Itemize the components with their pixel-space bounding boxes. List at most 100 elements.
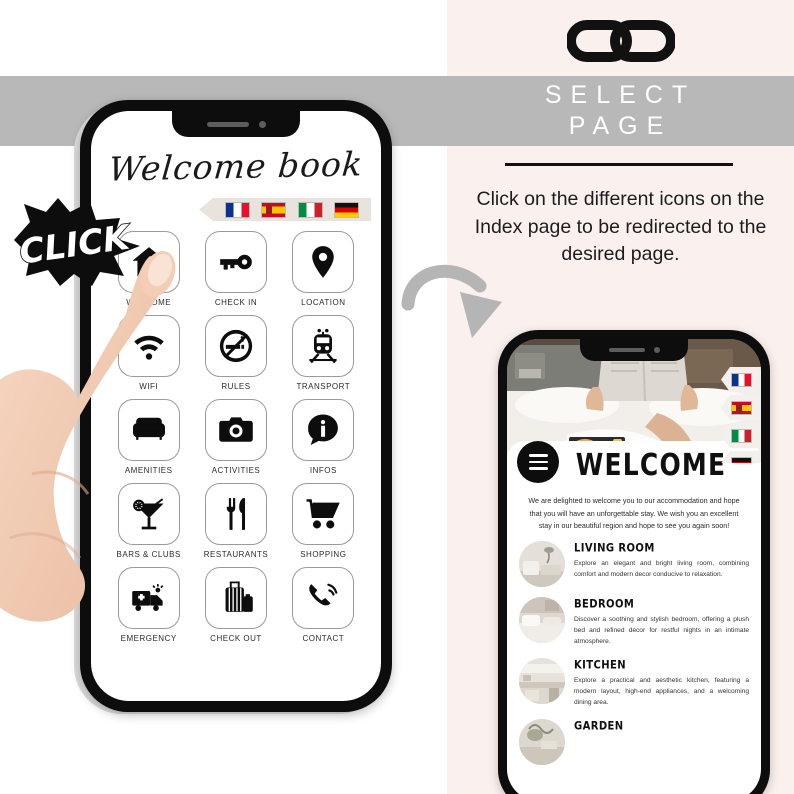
- heading-divider: [505, 163, 733, 166]
- heading-line-1: SELECT: [544, 80, 697, 109]
- index-label: RULES: [221, 382, 251, 391]
- index-phone-mockup: Welcome book WELCOME CHECK IN LOCATION W…: [80, 100, 392, 712]
- index-item-emergency[interactable]: EMERGENCY: [107, 567, 190, 643]
- kitchen-photo: [519, 657, 565, 704]
- luggage-icon[interactable]: [204, 567, 267, 629]
- index-label: EMERGENCY: [120, 634, 177, 643]
- room-list: LIVING ROOM Explore an elegant and brigh…: [507, 533, 761, 765]
- language-flag-ribbon[interactable]: [199, 198, 371, 221]
- phone-notch: [172, 111, 300, 137]
- index-item-rules[interactable]: RULES: [194, 315, 277, 391]
- germany-flag[interactable]: [334, 201, 360, 218]
- index-item-shopping[interactable]: SHOPPING: [282, 483, 365, 559]
- france-flag-tab[interactable]: [721, 367, 761, 392]
- france-flag: [730, 372, 752, 387]
- germany-flag-tab[interactable]: [721, 451, 761, 463]
- index-label: CHECK IN: [214, 298, 258, 307]
- living-room-photo: [519, 540, 565, 587]
- welcome-page-phone-mockup: WELCOME We are delighted to welcome you …: [498, 330, 770, 794]
- language-flag-tabs[interactable]: [721, 367, 761, 463]
- heading-line-2: PAGE: [568, 112, 673, 140]
- welcome-page-screen: WELCOME We are delighted to welcome you …: [507, 339, 761, 794]
- speaker-grill: [608, 348, 645, 352]
- wifi-icon[interactable]: [117, 315, 180, 377]
- index-label: SHOPPING: [300, 550, 347, 559]
- room-text: KITCHEN Explore a practical and aestheti…: [574, 658, 749, 709]
- room-name: KITCHEN: [574, 658, 626, 672]
- room-description: Explore a practical and aesthetic kitche…: [574, 676, 749, 707]
- ambulance-icon[interactable]: [117, 567, 180, 629]
- index-item-check-out[interactable]: CHECK OUT: [194, 567, 277, 643]
- index-label: WIFI: [139, 382, 159, 391]
- index-item-location[interactable]: LOCATION: [282, 231, 365, 307]
- burger-line: [528, 460, 548, 464]
- list-item[interactable]: GARDEN: [519, 718, 749, 765]
- index-label: TRANSPORT: [296, 382, 351, 391]
- spain-flag[interactable]: [261, 201, 287, 218]
- room-name: LIVING ROOM: [574, 541, 655, 555]
- list-item[interactable]: KITCHEN Explore a practical and aestheti…: [519, 657, 749, 709]
- index-label: WELCOME: [126, 298, 172, 307]
- room-name: GARDEN: [574, 719, 624, 733]
- garden-photo: [519, 718, 565, 765]
- map-pin-icon[interactable]: [292, 231, 355, 293]
- index-item-restaurants[interactable]: RESTAURANTS: [194, 483, 277, 559]
- index-label: CHECK OUT: [210, 634, 262, 643]
- index-item-check-in[interactable]: CHECK IN: [194, 231, 277, 307]
- index-item-infos[interactable]: INFOS: [282, 399, 365, 475]
- fork-knife-icon[interactable]: [204, 483, 267, 545]
- shopping-cart-icon[interactable]: [292, 483, 355, 545]
- index-label: RESTAURANTS: [203, 550, 269, 559]
- select-page-heading: SELECT PAGE: [447, 76, 794, 146]
- front-camera-dot: [258, 120, 266, 128]
- speaker-grill: [206, 121, 249, 127]
- index-item-contact[interactable]: CONTACT: [282, 567, 365, 643]
- burger-line: [528, 467, 548, 470]
- index-item-transport[interactable]: TRANSPORT: [282, 315, 365, 391]
- front-camera-dot: [653, 347, 660, 353]
- index-item-wifi[interactable]: WIFI: [107, 315, 190, 391]
- index-label: CONTACT: [302, 634, 345, 643]
- room-text: LIVING ROOM Explore an elegant and brigh…: [574, 541, 749, 581]
- room-description: Discover a soothing and stylish bedroom,…: [574, 615, 749, 646]
- room-text: BEDROOM Discover a soothing and stylish …: [574, 597, 749, 648]
- list-item[interactable]: BEDROOM Discover a soothing and stylish …: [519, 596, 749, 648]
- spain-flag: [730, 400, 752, 415]
- welcome-book-title: Welcome book: [107, 144, 365, 189]
- index-label: BARS & CLUBS: [116, 550, 181, 559]
- index-item-amenities[interactable]: AMENITIES: [107, 399, 190, 475]
- italy-flag-tab[interactable]: [721, 423, 761, 448]
- index-item-activities[interactable]: ACTIVITIES: [194, 399, 277, 475]
- germany-flag: [730, 456, 752, 463]
- cocktail-icon[interactable]: [117, 483, 180, 545]
- index-item-bars-clubs[interactable]: BARS & CLUBS: [107, 483, 190, 559]
- poster-canvas: Welcome book WELCOME CHECK IN LOCATION W…: [0, 0, 794, 794]
- france-flag[interactable]: [224, 201, 250, 218]
- room-name: BEDROOM: [574, 597, 635, 611]
- italy-flag[interactable]: [297, 201, 323, 218]
- info-bubble-icon[interactable]: [292, 399, 355, 461]
- phone-notch: [580, 339, 688, 361]
- italy-flag: [730, 428, 752, 443]
- index-label: INFOS: [309, 466, 337, 475]
- burger-line: [528, 454, 548, 457]
- train-icon[interactable]: [292, 315, 355, 377]
- no-smoking-icon[interactable]: [204, 315, 267, 377]
- curved-arrow-icon: [401, 264, 502, 338]
- index-label: LOCATION: [301, 298, 346, 307]
- room-text: GARDEN: [574, 719, 749, 736]
- hamburger-menu-icon[interactable]: [517, 441, 559, 483]
- link-chain-icon: [566, 20, 675, 62]
- phone-ringing-icon[interactable]: [292, 567, 355, 629]
- spain-flag-tab[interactable]: [721, 395, 761, 420]
- intro-paragraph: We are delighted to welcome you to our a…: [528, 496, 740, 531]
- index-label: AMENITIES: [124, 466, 173, 475]
- sofa-icon[interactable]: [117, 399, 180, 461]
- room-description: Explore an elegant and bright living roo…: [574, 559, 749, 579]
- index-label: ACTIVITIES: [211, 466, 261, 475]
- camera-icon[interactable]: [204, 399, 267, 461]
- click-badge: CLICK: [14, 198, 140, 286]
- key-icon[interactable]: [204, 231, 267, 293]
- list-item[interactable]: LIVING ROOM Explore an elegant and brigh…: [519, 540, 749, 587]
- bedroom-photo: [519, 596, 565, 643]
